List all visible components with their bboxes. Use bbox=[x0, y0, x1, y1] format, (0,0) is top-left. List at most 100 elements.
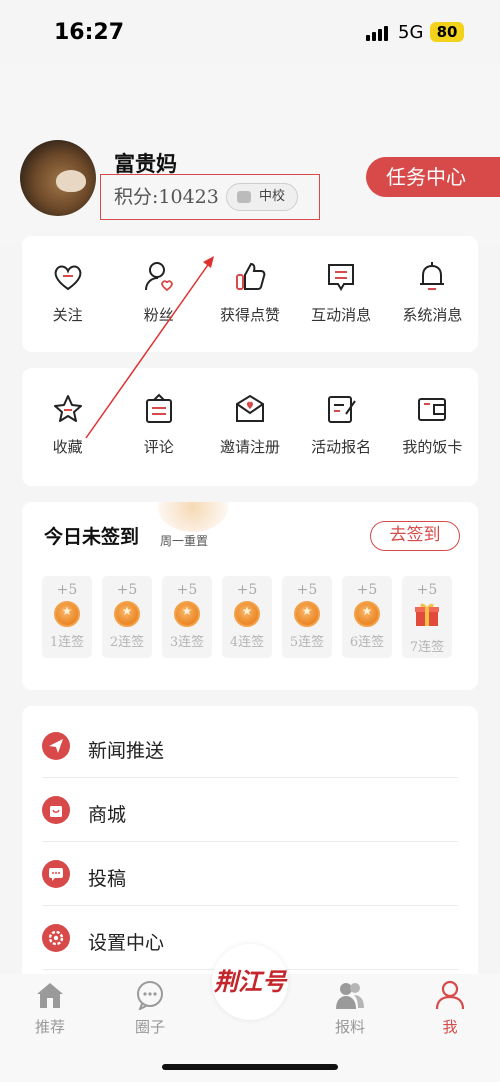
service-label: 邀请注册 bbox=[219, 438, 280, 456]
signin-button[interactable]: 去签到 bbox=[370, 521, 460, 551]
signin-title: 今日未签到 bbox=[44, 526, 140, 548]
menu-label: 新闻推送 bbox=[88, 740, 165, 762]
activity-label: 获得点赞 bbox=[219, 306, 280, 324]
points-value[interactable]: 积分:10423 bbox=[114, 182, 219, 209]
signal-icon bbox=[366, 25, 390, 41]
rank-icon bbox=[237, 191, 251, 203]
signup-icon bbox=[328, 396, 356, 423]
tab-label: 圈子 bbox=[134, 1018, 165, 1036]
activity-label: 系统消息 bbox=[402, 306, 463, 324]
menu-item-news-push[interactable]: 新闻推送 bbox=[42, 714, 458, 778]
activity-card: 关注 粉丝 获得点赞 互动消息 系统消息 bbox=[22, 236, 478, 352]
day-label: 1连签 bbox=[49, 635, 85, 650]
day-label: 7连签 bbox=[409, 640, 445, 655]
tab-label: 我 bbox=[442, 1018, 458, 1036]
service-label: 评论 bbox=[143, 438, 174, 456]
gear-icon bbox=[42, 924, 70, 952]
signin-day[interactable]: +5 1连签 bbox=[42, 576, 92, 658]
signin-day[interactable]: +5 4连签 bbox=[222, 576, 272, 658]
home-icon bbox=[37, 983, 63, 1008]
reward-amount: +5 bbox=[176, 582, 198, 598]
activity-follow[interactable]: 关注 bbox=[22, 260, 113, 325]
circle-chat-icon bbox=[137, 981, 163, 1012]
activity-interaction[interactable]: 互动消息 bbox=[296, 260, 387, 325]
invite-icon bbox=[235, 394, 264, 422]
reward-amount: +5 bbox=[56, 582, 78, 598]
status-bar: 16:27 5G 80 bbox=[0, 0, 500, 64]
day-label: 2连签 bbox=[109, 635, 145, 650]
activity-fans[interactable]: 粉丝 bbox=[113, 260, 204, 325]
tab-label: 报料 bbox=[334, 1018, 365, 1036]
reward-amount: +5 bbox=[356, 582, 378, 598]
gift-icon bbox=[415, 603, 439, 626]
tab-me[interactable]: 我 bbox=[420, 980, 480, 1037]
network-type: 5G bbox=[398, 22, 424, 43]
star-icon bbox=[53, 395, 82, 422]
battery-icon: 80 bbox=[430, 22, 464, 42]
signin-day[interactable]: +5 3连签 bbox=[162, 576, 212, 658]
comment-icon bbox=[145, 393, 172, 423]
signin-days: +5 1连签 +5 2连签 +5 3连签 +5 4连签 +5 5连签 +5 6连… bbox=[42, 576, 452, 658]
day-label: 6连签 bbox=[349, 635, 385, 650]
service-events[interactable]: 活动报名 bbox=[296, 392, 387, 457]
signin-card: 今日未签到 周一重置 去签到 +5 1连签 +5 2连签 +5 3连签 +5 4… bbox=[22, 502, 478, 690]
level-label: 中校 bbox=[258, 189, 285, 204]
service-favorites[interactable]: 收藏 bbox=[22, 392, 113, 457]
paper-plane-icon bbox=[42, 732, 70, 760]
service-card: 收藏 评论 邀请注册 活动报名 我的饭卡 bbox=[22, 368, 478, 486]
level-badge[interactable]: 中校 bbox=[226, 183, 298, 211]
reward-amount: +5 bbox=[116, 582, 138, 598]
tab-recommend[interactable]: 推荐 bbox=[20, 980, 80, 1037]
people-icon bbox=[336, 983, 364, 1009]
activity-label: 粉丝 bbox=[143, 306, 174, 324]
user-icon bbox=[435, 980, 465, 1010]
signin-day[interactable]: +5 2连签 bbox=[102, 576, 152, 658]
heart-icon bbox=[54, 265, 81, 291]
coin-icon bbox=[354, 601, 380, 627]
day-label: 4连签 bbox=[229, 635, 265, 650]
coin-icon bbox=[114, 601, 140, 627]
service-comments[interactable]: 评论 bbox=[113, 392, 204, 457]
reward-amount: +5 bbox=[296, 582, 318, 598]
activity-label: 关注 bbox=[52, 306, 83, 324]
signin-day[interactable]: +5 5连签 bbox=[282, 576, 332, 658]
signin-subtitle: 周一重置 bbox=[160, 534, 209, 548]
shop-bag-icon bbox=[42, 796, 70, 824]
coin-icon bbox=[54, 601, 80, 627]
home-indicator bbox=[162, 1064, 338, 1070]
signin-day[interactable]: +5 6连签 bbox=[342, 576, 392, 658]
wallet-icon bbox=[418, 398, 447, 421]
activity-likes[interactable]: 获得点赞 bbox=[204, 260, 295, 325]
service-meal-card[interactable]: 我的饭卡 bbox=[387, 392, 478, 457]
bell-icon bbox=[420, 262, 445, 290]
menu-label: 商城 bbox=[88, 804, 127, 826]
avatar[interactable] bbox=[20, 140, 96, 216]
service-label: 我的饭卡 bbox=[402, 438, 463, 456]
tab-label: 推荐 bbox=[34, 1018, 65, 1036]
menu-label: 投稿 bbox=[88, 868, 127, 890]
tab-circle[interactable]: 圈子 bbox=[120, 980, 180, 1037]
service-invite[interactable]: 邀请注册 bbox=[204, 392, 295, 457]
task-center-button[interactable]: 任务中心 bbox=[366, 157, 500, 197]
menu-item-submit[interactable]: 投稿 bbox=[42, 842, 458, 906]
day-label: 5连签 bbox=[289, 635, 325, 650]
tab-report[interactable]: 报料 bbox=[320, 980, 380, 1037]
activity-system[interactable]: 系统消息 bbox=[387, 260, 478, 325]
reward-amount: +5 bbox=[416, 582, 438, 598]
day-label: 3连签 bbox=[169, 635, 205, 650]
message-icon bbox=[328, 264, 355, 291]
coin-glow-decoration bbox=[158, 502, 228, 532]
fans-icon bbox=[144, 262, 173, 292]
coin-icon bbox=[234, 601, 260, 627]
menu-label: 设置中心 bbox=[88, 932, 165, 954]
chat-dots-icon bbox=[42, 860, 70, 888]
center-logo-button[interactable]: 荆江号 bbox=[212, 944, 288, 1020]
menu-item-shop[interactable]: 商城 bbox=[42, 778, 458, 842]
coin-icon bbox=[294, 601, 320, 627]
activity-label: 互动消息 bbox=[311, 306, 372, 324]
thumbs-up-icon bbox=[235, 262, 266, 290]
service-label: 收藏 bbox=[52, 438, 83, 456]
signin-day[interactable]: +5 7连签 bbox=[402, 576, 452, 658]
coin-icon bbox=[174, 601, 200, 627]
status-time: 16:27 bbox=[54, 20, 125, 45]
